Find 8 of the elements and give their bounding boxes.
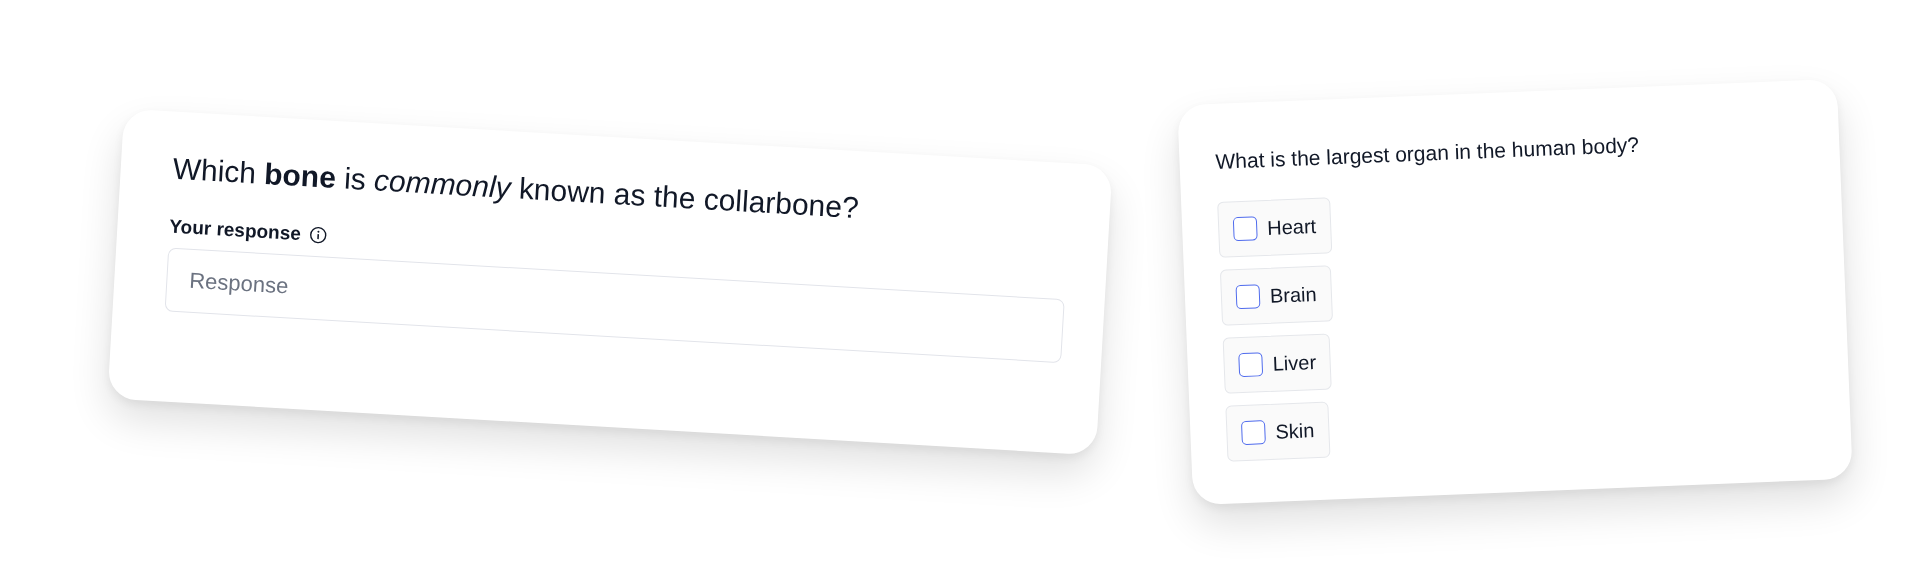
info-icon [308,225,328,245]
option-checkbox[interactable]: Skin [1225,401,1331,462]
option-checkbox[interactable]: Liver [1222,332,1333,394]
response-field[interactable]: Response [164,247,1065,363]
option-checkbox[interactable]: Brain [1219,264,1333,326]
field-label: Your response [168,215,302,245]
question-text: What is the largest organ in the human body? [1215,131,1641,174]
option-checkbox[interactable]: Heart [1217,196,1333,258]
